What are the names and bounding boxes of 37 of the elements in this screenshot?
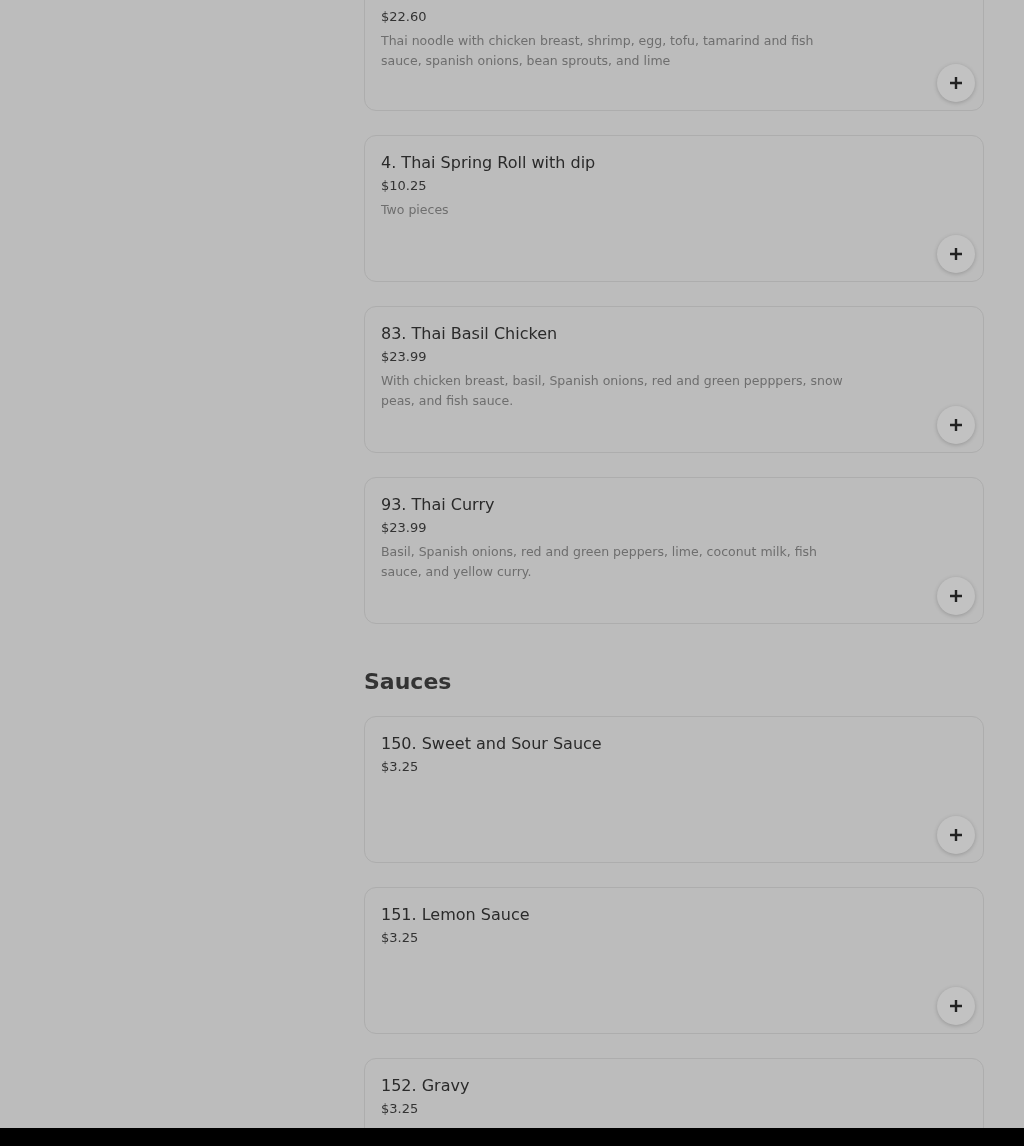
- add-button[interactable]: [937, 577, 975, 615]
- item-name: 151. Lemon Sauce: [381, 904, 531, 926]
- item-name: 4. Thai Spring Roll with dip: [381, 152, 597, 174]
- add-button[interactable]: [937, 406, 975, 444]
- item-description: Thai noodle with chicken breast, shrimp, egg, tofu, tamarind and fish sauce, spanish onions, bean sprouts, and lime: [381, 32, 815, 70]
- plus-icon: [949, 828, 963, 842]
- item-description: Two pieces: [381, 201, 450, 219]
- menu-item-card[interactable]: 83. Thai Basil Chicken $23.99 With chicken breast, basil, Spanish onions, red and green pepppers, snow peas, and fish sauce.: [364, 306, 984, 453]
- item-price: $3.25: [381, 758, 420, 776]
- item-name: 83. Thai Basil Chicken: [381, 323, 559, 345]
- add-button[interactable]: [937, 64, 975, 102]
- item-price: $3.25: [381, 929, 420, 947]
- item-price: $22.60: [381, 8, 428, 26]
- item-name: 152. Gravy: [381, 1075, 471, 1097]
- plus-icon: [949, 589, 963, 603]
- menu-item-card[interactable]: $22.60 Thai noodle with chicken breast, shrimp, egg, tofu, tamarind and fish sauce, spanish onions, bean sprouts, and lime: [364, 0, 984, 111]
- menu-item-card[interactable]: 151. Lemon Sauce $3.25: [364, 887, 984, 1034]
- menu-item-card[interactable]: 93. Thai Curry $23.99 Basil, Spanish onions, red and green peppers, lime, coconut milk, fish sauce, and yellow curry.: [364, 477, 984, 624]
- menu-item-card[interactable]: 150. Sweet and Sour Sauce $3.25: [364, 716, 984, 863]
- plus-icon: [949, 76, 963, 90]
- item-price: $23.99: [381, 519, 428, 537]
- item-price: $10.25: [381, 177, 428, 195]
- menu-item-card[interactable]: 152. Gravy $3.25: [364, 1058, 984, 1128]
- item-price: $3.25: [381, 1100, 420, 1118]
- add-button[interactable]: [937, 235, 975, 273]
- plus-icon: [949, 247, 963, 261]
- item-name: 93. Thai Curry: [381, 494, 496, 516]
- plus-icon: [949, 418, 963, 432]
- add-button[interactable]: [937, 987, 975, 1025]
- item-price: $23.99: [381, 348, 428, 366]
- item-description: With chicken breast, basil, Spanish onions, red and green pepppers, snow peas, and fish sauce.: [381, 372, 844, 410]
- item-description: Basil, Spanish onions, red and green peppers, lime, coconut milk, fish sauce, and yellow curry.: [381, 543, 818, 581]
- plus-icon: [949, 999, 963, 1013]
- menu-item-card[interactable]: 4. Thai Spring Roll with dip $10.25 Two pieces: [364, 135, 984, 282]
- item-name: 150. Sweet and Sour Sauce: [381, 733, 603, 755]
- section-heading: Sauces: [364, 668, 453, 696]
- add-button[interactable]: [937, 816, 975, 854]
